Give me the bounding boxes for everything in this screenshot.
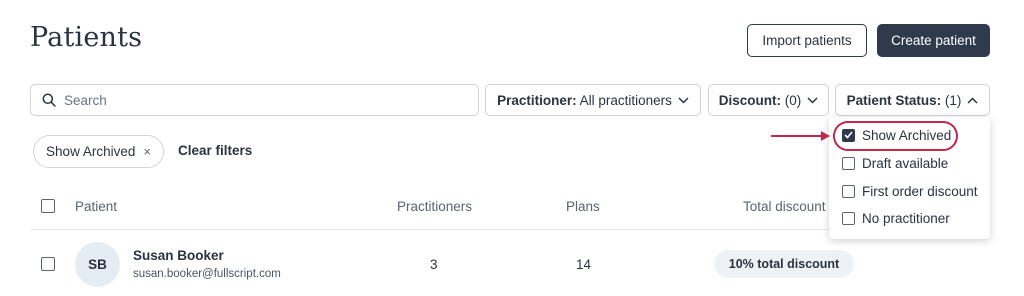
chevron-down-icon: [678, 96, 689, 104]
patient-status-filter[interactable]: Patient Status: (1): [835, 84, 990, 116]
create-patient-button[interactable]: Create patient: [877, 24, 990, 57]
column-header-total-discount[interactable]: Total discount: [743, 199, 826, 214]
checkbox-icon[interactable]: [842, 211, 855, 225]
practitioners-count: 3: [430, 257, 438, 272]
annotation-highlight-circle: [833, 121, 958, 151]
column-header-patient[interactable]: Patient: [75, 199, 117, 214]
menu-item-no-practitioner[interactable]: No practitioner: [842, 208, 950, 228]
search-icon: [42, 93, 56, 107]
menu-item-first-order-discount[interactable]: First order discount: [842, 181, 978, 201]
search-field[interactable]: [30, 84, 479, 116]
practitioner-filter[interactable]: Practitioner: All practitioners: [485, 84, 701, 116]
practitioner-filter-value: All practitioners: [579, 92, 672, 108]
search-input[interactable]: [64, 92, 464, 108]
column-header-plans[interactable]: Plans: [566, 199, 600, 214]
clear-filters-link[interactable]: Clear filters: [178, 143, 252, 158]
row-checkbox[interactable]: [41, 257, 55, 271]
plans-count: 14: [576, 257, 592, 272]
patient-email: susan.booker@fullscript.com: [133, 268, 281, 280]
select-all-checkbox[interactable]: [41, 199, 55, 213]
chevron-down-icon: [807, 96, 818, 104]
checkbox-icon[interactable]: [842, 156, 855, 170]
close-icon[interactable]: ×: [143, 144, 151, 159]
page-title: Patients: [30, 22, 143, 53]
menu-item-draft-available[interactable]: Draft available: [842, 153, 948, 173]
checkbox-icon[interactable]: [842, 184, 855, 198]
patient-status-filter-label: Patient Status:: [846, 92, 942, 108]
import-patients-button[interactable]: Import patients: [747, 24, 867, 57]
patient-name[interactable]: Susan Booker: [133, 248, 224, 263]
filter-chip-show-archived: Show Archived ×: [33, 135, 164, 168]
discount-filter[interactable]: Discount: (0): [708, 84, 829, 116]
avatar: SB: [75, 242, 120, 287]
patient-status-filter-value: (1): [944, 92, 962, 108]
filter-chip-label: Show Archived: [46, 144, 136, 159]
menu-item-label: First order discount: [862, 183, 978, 199]
menu-item-label: No practitioner: [862, 210, 950, 226]
practitioner-filter-label: Practitioner:: [497, 92, 577, 108]
discount-filter-value: (0): [784, 92, 802, 108]
discount-filter-label: Discount:: [718, 92, 781, 108]
discount-badge: 10% total discount: [714, 250, 854, 278]
chevron-up-icon: [967, 96, 978, 104]
column-header-practitioners[interactable]: Practitioners: [397, 199, 472, 214]
menu-item-label: Draft available: [862, 155, 949, 171]
annotation-arrow-icon: [771, 131, 830, 141]
